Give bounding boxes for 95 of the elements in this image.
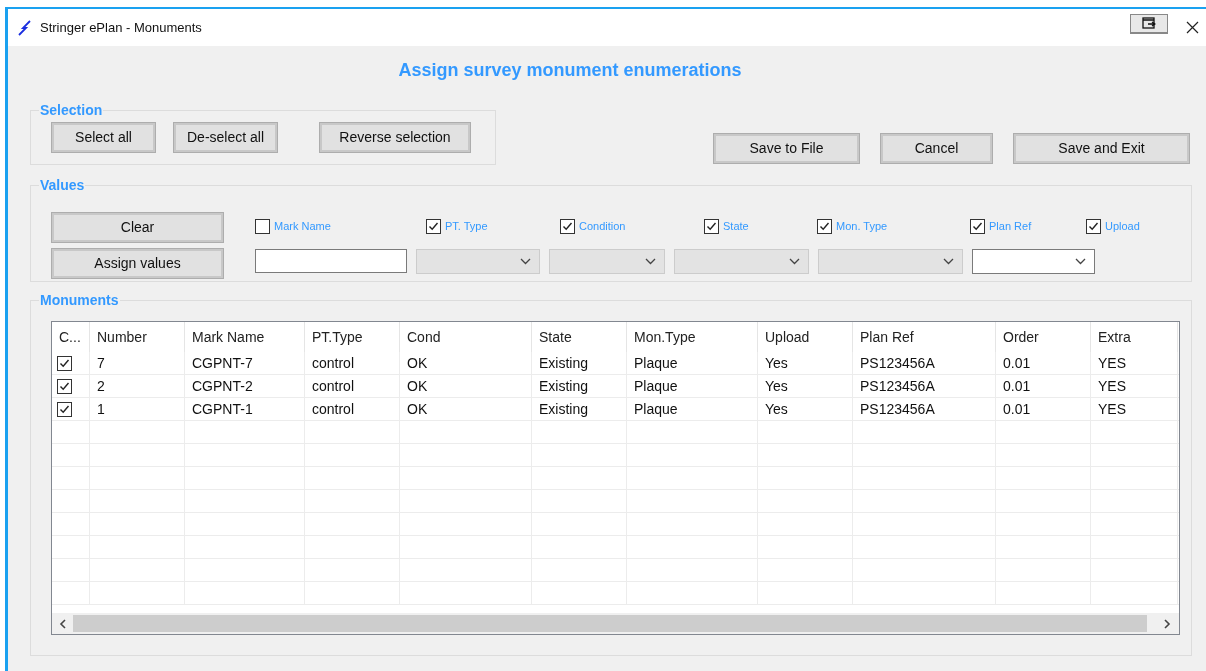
table-cell: Existing	[532, 352, 627, 374]
horizontal-scrollbar[interactable]	[52, 613, 1179, 634]
table-row[interactable]: 7 CGPNT-7 control OK Existing Plaque Yes PS123456A 0.01 YES	[52, 352, 1179, 375]
lightning-icon	[18, 19, 32, 36]
table-cell: Existing	[532, 375, 627, 397]
table-cell: 0.01	[996, 352, 1091, 374]
checkbox[interactable]	[704, 218, 719, 234]
table-row[interactable]: 1 CGPNT-1 control OK Existing Plaque Yes PS123456A 0.01 YES	[52, 398, 1179, 421]
table-cell: CGPNT-7	[185, 352, 305, 374]
checkbox[interactable]	[817, 218, 832, 234]
table-cell: YES	[1091, 398, 1178, 420]
table-cell: control	[305, 375, 400, 397]
column-header[interactable]: Mon.Type	[627, 322, 758, 352]
table-cell: Yes	[758, 375, 853, 397]
button[interactable]: Select all	[52, 123, 155, 152]
column-header[interactable]: C...	[52, 322, 90, 352]
table-cell: CGPNT-2	[185, 375, 305, 397]
column-header[interactable]: Cond	[400, 322, 532, 352]
table-cell: Yes	[758, 352, 853, 374]
chevron-down-icon	[520, 258, 531, 265]
chevron-down-icon	[1075, 258, 1086, 265]
table-cell: Existing	[532, 398, 627, 420]
table-cell: control	[305, 398, 400, 420]
table-cell: 7	[90, 352, 185, 374]
button[interactable]: Clear	[52, 213, 223, 242]
checkmark-icon	[59, 380, 70, 392]
chevron-down-icon	[943, 258, 954, 265]
chevron-down-icon	[645, 258, 656, 265]
option-label: Upload	[1105, 218, 1140, 234]
chevron-right-icon	[1164, 618, 1171, 629]
checkmark-icon	[59, 403, 70, 415]
table-cell: OK	[400, 398, 532, 420]
option-label: State	[723, 218, 749, 234]
table-cell: YES	[1091, 352, 1178, 374]
button[interactable]: Cancel	[881, 134, 992, 163]
button[interactable]: Save and Exit	[1014, 134, 1189, 163]
row-checkbox[interactable]	[57, 401, 72, 417]
option-label: PT. Type	[445, 218, 488, 234]
table-cell: OK	[400, 375, 532, 397]
close-icon	[1185, 21, 1199, 34]
button[interactable]: De-select all	[174, 123, 277, 152]
table-cell: Plaque	[627, 352, 758, 374]
table-cell: Plaque	[627, 398, 758, 420]
scrollbar-thumb[interactable]	[73, 615, 1147, 632]
page-heading: Assign survey monument enumerations	[398, 58, 742, 82]
chevron-left-icon	[59, 618, 66, 629]
checkbox[interactable]	[255, 218, 270, 234]
checkmark-icon	[428, 220, 439, 232]
table-cell: OK	[400, 352, 532, 374]
column-header[interactable]: Mark Name	[185, 322, 305, 352]
option-label: Mon. Type	[836, 218, 888, 234]
button[interactable]: Assign values	[52, 249, 223, 278]
button[interactable]: Save to File	[714, 134, 859, 163]
checkmark-icon	[562, 220, 573, 232]
checkmark-icon	[706, 220, 717, 232]
table-cell: CGPNT-1	[185, 398, 305, 420]
button[interactable]: Reverse selection	[320, 123, 470, 152]
column-header[interactable]: Plan Ref	[853, 322, 996, 352]
checkbox[interactable]	[560, 218, 575, 234]
column-header[interactable]: PT.Type	[305, 322, 400, 352]
table-cell: YES	[1091, 375, 1178, 397]
column-header[interactable]: State	[532, 322, 627, 352]
table-cell: Yes	[758, 398, 853, 420]
checkmark-icon	[819, 220, 830, 232]
table-cell: 2	[90, 375, 185, 397]
column-header[interactable]: Extra	[1091, 322, 1178, 352]
option-label: Condition	[579, 218, 626, 234]
table-cell: PS123456A	[853, 375, 996, 397]
table-cell: 0.01	[996, 398, 1091, 420]
column-header[interactable]: Number	[90, 322, 185, 352]
table-cell: PS123456A	[853, 352, 996, 374]
window-export-icon	[1142, 17, 1156, 29]
table-cell: 1	[90, 398, 185, 420]
checkmark-icon	[59, 357, 70, 369]
table-cell: Plaque	[627, 375, 758, 397]
text-field[interactable]	[255, 249, 407, 273]
column-header[interactable]: Upload	[758, 322, 853, 352]
table-cell: control	[305, 352, 400, 374]
window-title: Stringer ePlan - Monuments	[40, 18, 202, 37]
chevron-down-icon	[789, 258, 800, 265]
table-cell: 0.01	[996, 375, 1091, 397]
table-row[interactable]: 2 CGPNT-2 control OK Existing Plaque Yes PS123456A 0.01 YES	[52, 375, 1179, 398]
column-header[interactable]: Order	[996, 322, 1091, 352]
row-checkbox[interactable]	[57, 378, 72, 394]
option-label: Mark Name	[274, 218, 331, 234]
restore-button[interactable]	[1130, 13, 1168, 34]
checkmark-icon	[972, 220, 983, 232]
checkbox[interactable]	[970, 218, 985, 234]
checkbox[interactable]	[426, 218, 441, 234]
option-label: Plan Ref	[989, 218, 1032, 234]
dropdown-field[interactable]	[972, 249, 1095, 274]
row-checkbox[interactable]	[57, 355, 72, 371]
checkbox[interactable]	[1086, 218, 1101, 234]
checkmark-icon	[1088, 220, 1099, 232]
table-cell: PS123456A	[853, 398, 996, 420]
